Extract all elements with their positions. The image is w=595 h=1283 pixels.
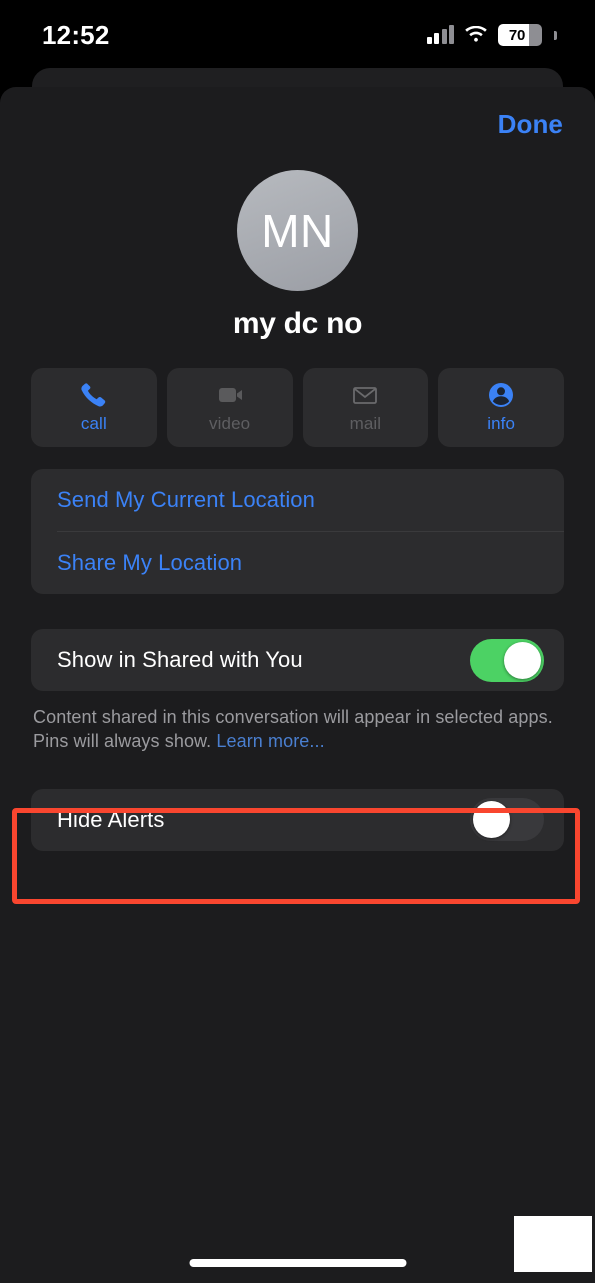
- home-indicator: [189, 1259, 406, 1267]
- video-button-label: video: [209, 414, 251, 433]
- toggle-knob: [473, 801, 510, 839]
- location-group: Send My Current Location Share My Locati…: [31, 469, 564, 594]
- mail-button-label: mail: [349, 414, 382, 433]
- share-my-location-label: Share My Location: [57, 550, 243, 575]
- contact-details-sheet: Done MN my dc no call video mail info Se…: [0, 87, 595, 1283]
- action-button-row: call video mail info: [31, 368, 564, 447]
- battery-cap: [554, 30, 557, 40]
- battery-level-label: 70: [508, 26, 526, 44]
- call-button-label: call: [80, 414, 107, 433]
- cellular-bars-icon: [426, 25, 454, 44]
- mail-icon: [353, 387, 378, 404]
- shared-with-you-footer: Content shared in this conversation will…: [33, 705, 562, 754]
- show-in-shared-with-you-row[interactable]: Show in Shared with You: [31, 629, 564, 691]
- send-my-current-location-row[interactable]: Send My Current Location: [31, 469, 564, 531]
- video-icon: [218, 388, 242, 402]
- call-button[interactable]: call: [31, 368, 157, 447]
- status-bar: 12:52 70: [0, 0, 595, 70]
- send-my-current-location-label: Send My Current Location: [57, 487, 315, 512]
- sheet-header: Done: [0, 87, 595, 162]
- show-in-shared-with-you-label: Show in Shared with You: [57, 647, 303, 672]
- show-in-shared-with-you-toggle[interactable]: [470, 638, 544, 682]
- status-bar-time: 12:52: [42, 19, 110, 50]
- avatar-initials: MN: [261, 204, 334, 257]
- shared-with-you-group: Show in Shared with You: [31, 629, 564, 691]
- toggle-knob: [504, 641, 541, 679]
- contact-name: my dc no: [232, 307, 363, 340]
- video-button[interactable]: video: [166, 368, 293, 447]
- person-circle-icon: [489, 383, 514, 407]
- battery-icon: 70: [498, 24, 542, 46]
- hide-alerts-toggle[interactable]: [470, 798, 544, 842]
- learn-more-link[interactable]: Learn more...: [216, 731, 324, 751]
- done-button[interactable]: Done: [498, 109, 563, 140]
- contact-header: MN my dc no: [0, 170, 595, 341]
- phone-icon: [81, 383, 106, 407]
- hide-alerts-group: Hide Alerts: [31, 788, 564, 851]
- screen-corner-overlay: [514, 1216, 592, 1272]
- info-button-label: info: [487, 414, 516, 433]
- wifi-icon: [465, 26, 487, 42]
- status-bar-indicators: 70: [426, 24, 557, 46]
- avatar[interactable]: MN: [237, 170, 358, 291]
- mail-button[interactable]: mail: [302, 368, 429, 447]
- share-my-location-row[interactable]: Share My Location: [31, 532, 564, 594]
- info-button[interactable]: info: [438, 368, 564, 447]
- hide-alerts-label: Hide Alerts: [57, 806, 165, 832]
- hide-alerts-row[interactable]: Hide Alerts: [31, 789, 564, 851]
